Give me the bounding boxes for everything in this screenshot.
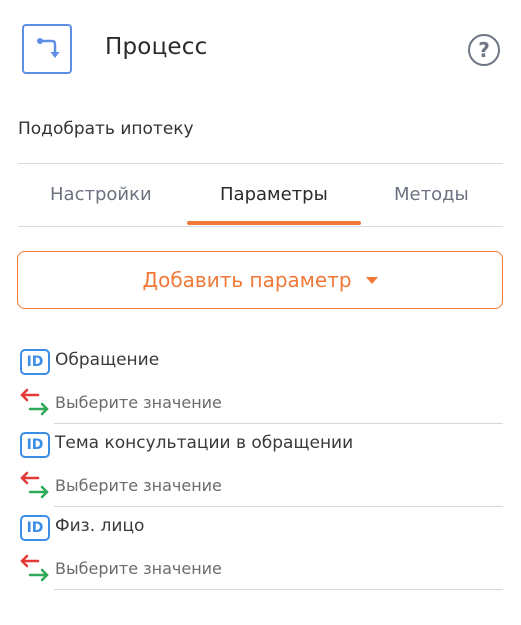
header: Процесс ? <box>0 0 521 100</box>
field-underline <box>54 589 503 590</box>
field-underline <box>54 423 503 424</box>
parameter-item: ID Тема консультации в обращении Выберит… <box>0 432 521 515</box>
tab-parameters[interactable]: Параметры <box>220 184 328 205</box>
add-parameter-button[interactable]: Добавить параметр <box>17 251 503 309</box>
id-type-icon: ID <box>20 432 50 458</box>
tab-bar: Настройки Параметры Методы <box>18 164 503 227</box>
parameter-value-select[interactable]: Выберите значение <box>55 559 222 578</box>
parameter-value-select[interactable]: Выберите значение <box>55 476 222 495</box>
id-type-icon: ID <box>20 349 50 375</box>
bidirectional-arrows-icon <box>20 554 49 582</box>
field-underline <box>54 506 503 507</box>
page-title: Процесс <box>105 34 208 60</box>
id-type-icon: ID <box>20 515 50 541</box>
active-tab-indicator <box>187 221 361 225</box>
add-parameter-label: Добавить параметр <box>142 268 352 292</box>
process-route-icon <box>22 24 72 74</box>
help-icon[interactable]: ? <box>468 34 500 66</box>
parameter-name: Физ. лицо <box>55 516 145 536</box>
tab-settings[interactable]: Настройки <box>50 184 152 205</box>
tab-methods[interactable]: Методы <box>394 184 469 205</box>
parameter-item: ID Физ. лицо Выберите значение <box>0 515 521 598</box>
caret-down-icon <box>365 276 378 284</box>
bidirectional-arrows-icon <box>20 471 49 499</box>
parameter-name: Обращение <box>55 350 160 370</box>
parameter-value-select[interactable]: Выберите значение <box>55 393 222 412</box>
parameter-name: Тема консультации в обращении <box>55 433 354 453</box>
process-name: Подобрать ипотеку <box>18 119 194 139</box>
bidirectional-arrows-icon <box>20 388 49 416</box>
divider <box>18 226 503 227</box>
parameter-item: ID Обращение Выберите значение <box>0 349 521 432</box>
